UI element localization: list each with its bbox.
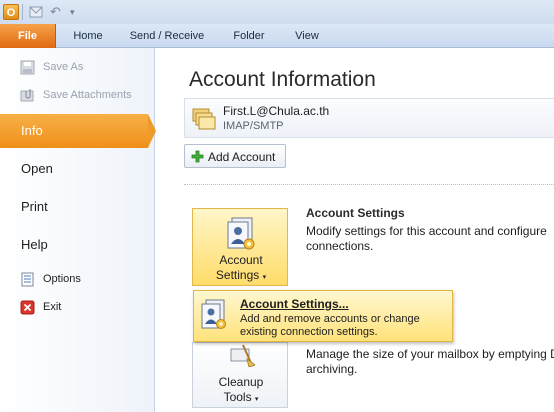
nav-info[interactable]: Info [0, 114, 148, 148]
account-settings-description: Modify settings for this account and con… [306, 224, 547, 253]
add-account-button[interactable]: Add Account [184, 144, 286, 168]
cleanup-description: Manage the size of your mailbox by empty… [306, 347, 554, 376]
account-info-pane: Account Information First.L@Chula.ac.th … [156, 48, 554, 412]
outlook-logo-icon: O [3, 4, 19, 20]
tab-send-receive[interactable]: Send / Receive [122, 24, 212, 48]
section-divider [184, 184, 554, 185]
account-settings-icon [200, 299, 228, 331]
account-settings-icon [226, 217, 256, 251]
plus-icon [191, 150, 204, 163]
attachment-icon [20, 88, 35, 103]
nav-open[interactable]: Open [0, 152, 155, 186]
account-settings-heading: Account Settings [306, 206, 405, 220]
nav-info-arrow [148, 114, 156, 148]
account-folder-icon [190, 105, 216, 131]
nav-options[interactable]: Options [0, 268, 155, 292]
nav-print[interactable]: Print [0, 190, 155, 224]
account-settings-menu-item[interactable]: Account Settings... Add and remove accou… [193, 290, 453, 342]
title-bar: O ↶ ▾ [0, 0, 554, 24]
undo-icon[interactable]: ↶ [50, 4, 64, 20]
broom-icon [227, 343, 257, 368]
nav-exit[interactable]: Exit [0, 296, 155, 320]
tab-folder[interactable]: Folder [218, 24, 280, 48]
toolbar-separator [22, 4, 23, 20]
page-title: Account Information [189, 68, 376, 91]
account-email: First.L@Chula.ac.th [223, 104, 330, 118]
customize-toolbar-icon[interactable]: ▾ [70, 4, 82, 20]
send-receive-icon[interactable] [28, 4, 44, 20]
account-settings-button[interactable]: Account Settings ▾ [192, 208, 288, 286]
backstage-nav: Save As Save Attachments Info Open Print… [0, 48, 156, 412]
ribbon-tabs: File Home Send / Receive Folder View [0, 24, 554, 48]
save-as-icon [20, 60, 35, 75]
cleanup-tools-button[interactable]: Cleanup Tools ▾ [192, 342, 288, 408]
account-type: IMAP/SMTP [223, 120, 284, 132]
chevron-down-icon: ▾ [262, 274, 267, 281]
nav-save-attachments[interactable]: Save Attachments [0, 84, 155, 108]
nav-save-as[interactable]: Save As [0, 56, 155, 80]
menu-item-title: Account Settings... [240, 297, 349, 311]
account-selector[interactable]: First.L@Chula.ac.th IMAP/SMTP [184, 98, 554, 138]
exit-icon [20, 300, 35, 315]
nav-help[interactable]: Help [0, 228, 155, 262]
tab-file[interactable]: File [0, 24, 56, 48]
menu-item-description: Add and remove accounts or change existi… [240, 313, 420, 338]
chevron-down-icon: ▾ [254, 396, 259, 403]
tab-view[interactable]: View [284, 24, 330, 48]
tab-home[interactable]: Home [60, 24, 116, 48]
options-icon [20, 272, 35, 287]
